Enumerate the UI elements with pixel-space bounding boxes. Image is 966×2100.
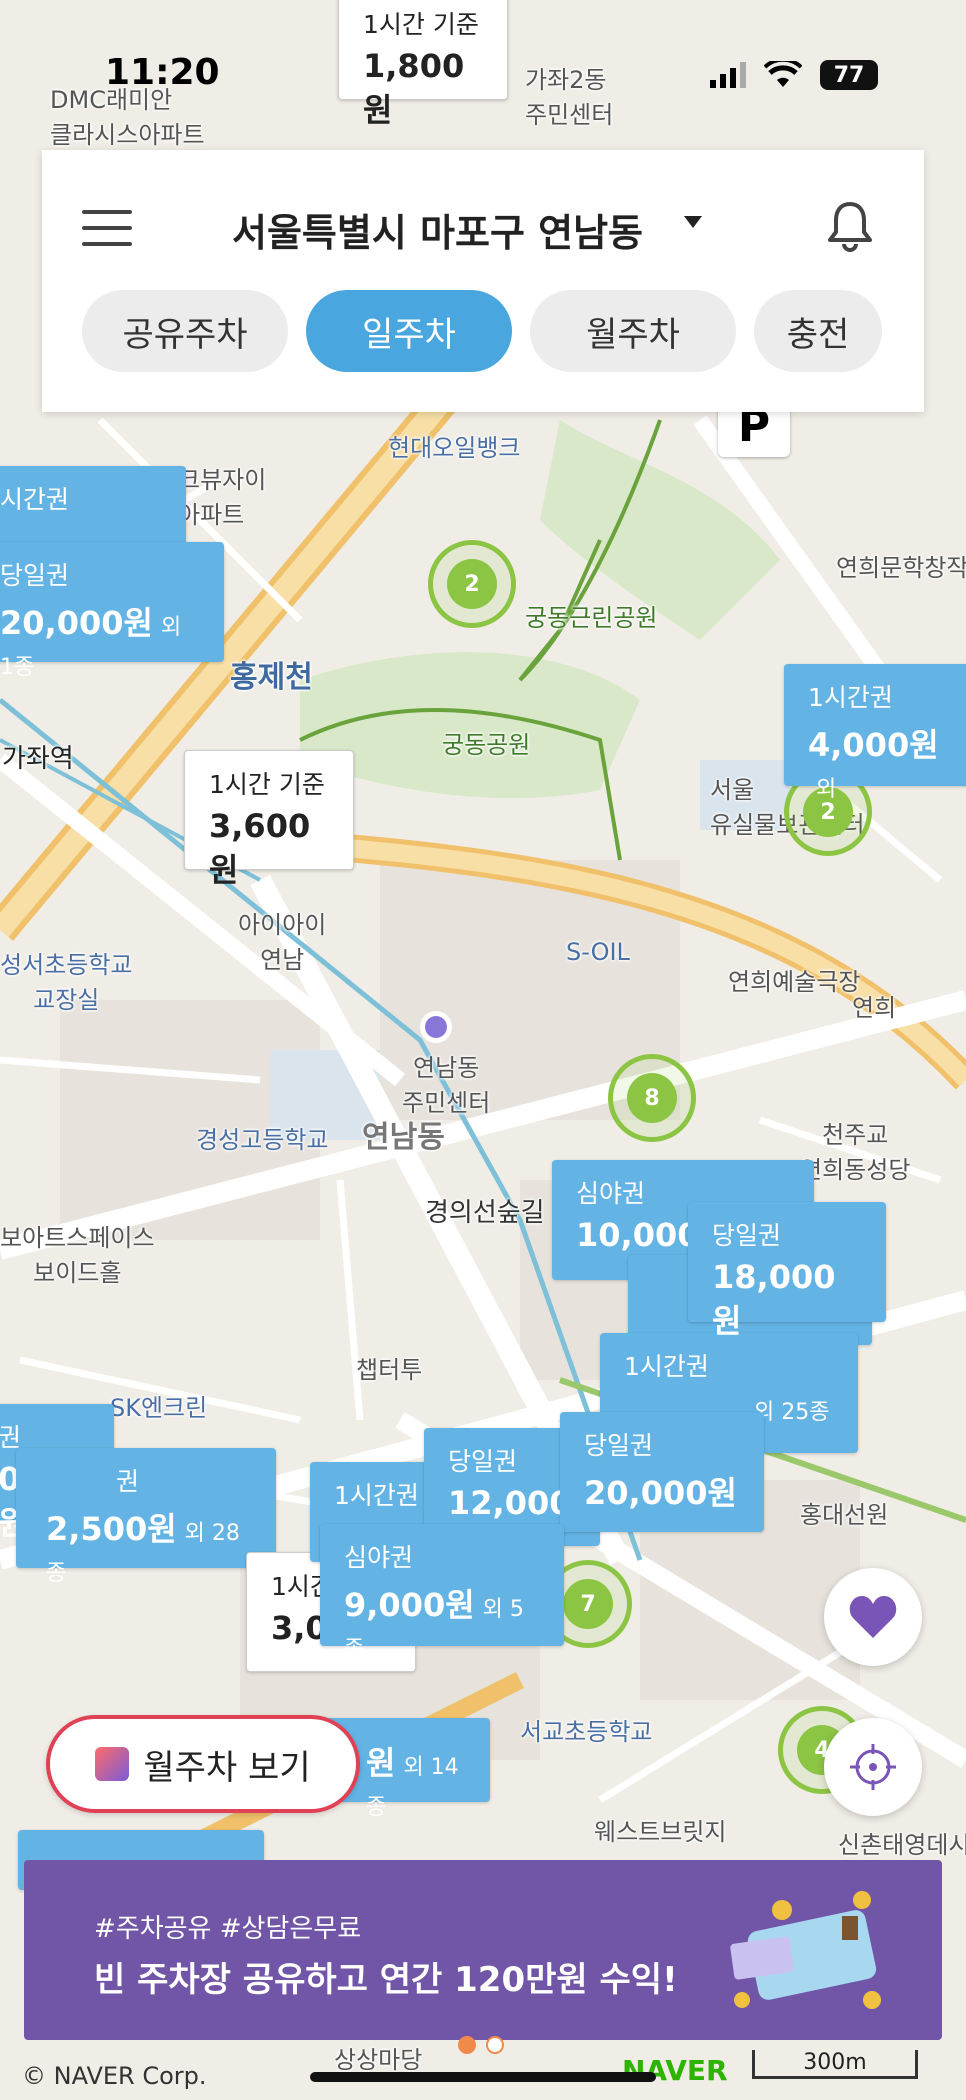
map-label-yeonhui-literature: 연희문학창작촌 xyxy=(836,554,966,582)
tab-charging[interactable]: 충전 xyxy=(754,290,882,372)
price-marker[interactable]: 1시간권 4,000원외 xyxy=(784,664,966,802)
promo-banner[interactable]: #주차공유 #상담은무료 빈 주차장 공유하고 연간 120만원 수익! xyxy=(24,1860,942,2040)
chevron-down-icon[interactable] xyxy=(684,216,702,228)
map-label-gajwa2: 가좌2동 주민센터 xyxy=(525,66,614,129)
price-label: 1시간권 xyxy=(808,683,893,712)
price-label: 1시간 기준 xyxy=(363,10,479,39)
map-label-hongdae-line: 홍대선원 xyxy=(800,1501,889,1529)
map-label-aiai-yeonnam: 아이아이 연남 xyxy=(238,911,327,974)
map-label-s-oil: S-OIL xyxy=(566,938,630,966)
banner-tags: #주차공유 #상담은무료 xyxy=(94,1914,362,1944)
price-label: 당일권 xyxy=(584,1431,654,1460)
battery-indicator: 77 xyxy=(820,60,878,90)
map-label-sinchon-church: 신촌태영데시앙 xyxy=(838,1831,966,1859)
price-label: 당일권 xyxy=(0,561,70,590)
map-label-hyundai-oilbank: 현대오일뱅크 xyxy=(388,434,521,462)
price-value: 2,500원 외 28종 xyxy=(46,1510,240,1586)
bell-icon[interactable] xyxy=(826,200,874,252)
status-time: 11:20 xyxy=(105,52,220,93)
map-label-catholic-church: 천주교 연희동성당 xyxy=(800,1121,911,1184)
naver-logo: NAVER xyxy=(622,2054,728,2087)
banner-title: 빈 주차장 공유하고 연간 120만원 수익! xyxy=(94,1960,678,2000)
price-label: 권 xyxy=(116,1467,140,1496)
favorites-button[interactable] xyxy=(824,1568,922,1666)
price-marker[interactable]: 당일권 20,000원 xyxy=(560,1412,764,1532)
map-label-gungdong-neighborhood-park: 궁동근린공원 xyxy=(525,604,658,632)
cluster-marker[interactable]: 8 xyxy=(608,1054,696,1142)
map-label-yeonnam-dong: 연남동 xyxy=(362,1120,445,1155)
price-value: 4,000원외 xyxy=(808,726,939,802)
price-marker[interactable]: 1시간 기준 3,600원 xyxy=(184,750,354,889)
banner-pagination xyxy=(458,2036,504,2054)
price-label: 시간권 xyxy=(0,485,70,514)
calendar-icon xyxy=(95,1747,130,1781)
price-marker[interactable]: 1시간 기준 1,800원 xyxy=(338,0,508,129)
cluster-count: 8 xyxy=(627,1073,677,1123)
price-value: 20,000원 외 1종 xyxy=(0,604,182,680)
map-label-west-bridge: 웨스트브릿지 xyxy=(594,1818,727,1846)
map-label-seogyo-school: 서교초등학교 xyxy=(520,1718,653,1746)
price-value: 1,800원 xyxy=(363,47,465,129)
map-label-keunbuja: 크뷰자이 아파트 xyxy=(178,466,267,529)
price-value: 3,600원 xyxy=(209,807,311,889)
cluster-count: 2 xyxy=(447,559,497,609)
map-scale: 300m xyxy=(752,2050,918,2079)
price-marker[interactable]: 당일권 18,000원 xyxy=(688,1202,886,1340)
price-label: 당일권 xyxy=(712,1221,782,1250)
cluster-count: 7 xyxy=(563,1579,613,1629)
price-label: 당일권 xyxy=(448,1447,518,1476)
tab-shared-parking[interactable]: 공유주차 xyxy=(82,290,288,372)
map-label-yeonhui-ic: 연희 xyxy=(852,994,897,1022)
price-label: 1시간 기준 xyxy=(209,770,325,799)
top-panel: 서울특별시 마포구 연남동 공유주차 일주차 월주차 충전 xyxy=(42,150,924,412)
tab-monthly-parking[interactable]: 월주차 xyxy=(530,290,736,372)
map-label-chaptertoo: 챕터투 xyxy=(356,1356,423,1384)
monthly-parking-button[interactable]: 월주차 보기 xyxy=(46,1715,360,1813)
map-label-hongjecheon: 홍제천 xyxy=(230,660,313,695)
map-label-boid-hall: 보아트스페이스 보이드홀 xyxy=(0,1224,155,1287)
cluster-marker[interactable]: 2 xyxy=(428,540,516,628)
price-value: 20,000원 xyxy=(584,1474,737,1512)
home-indicator[interactable] xyxy=(310,2072,656,2082)
status-icons: 77 xyxy=(710,60,878,90)
map-label-gyeongseong-school: 경성고등학교 xyxy=(196,1126,329,1154)
map-label-sangsang-madang: 상상마당 xyxy=(334,2046,423,2074)
price-label: 심야권 xyxy=(344,1543,414,1572)
location-title[interactable]: 서울특별시 마포구 연남동 xyxy=(232,202,643,257)
price-value: 원외 14종 xyxy=(366,1744,459,1820)
map-label-gajwa-station: 가좌역 xyxy=(2,744,74,774)
price-marker[interactable]: 당일권 20,000원 외 1종 xyxy=(0,542,224,680)
price-value: 9,000원 외 5종 xyxy=(344,1586,524,1662)
crosshair-icon xyxy=(850,1744,896,1790)
signal-icon xyxy=(710,62,746,88)
current-location-button[interactable] xyxy=(824,1718,922,1816)
map-label-sk-enclean: SK엔크린 xyxy=(110,1394,208,1422)
map-copyright: © NAVER Corp. xyxy=(22,2062,207,2090)
map-label-yeonhui-theater: 연희예술극장 xyxy=(728,968,861,996)
menu-icon[interactable] xyxy=(82,210,132,246)
price-value: 18,000원 xyxy=(712,1258,836,1340)
map-label-gyeongui-forest: 경의선숲길 xyxy=(425,1198,545,1228)
wifi-icon xyxy=(764,61,802,87)
monthly-parking-label: 월주차 보기 xyxy=(143,1747,311,1788)
wallet-illustration-icon xyxy=(730,1891,881,2009)
pagination-dot[interactable] xyxy=(458,2036,476,2054)
price-marker[interactable]: 권 2,500원 외 28종 xyxy=(16,1448,276,1586)
map-label-gungdong-park: 궁동공원 xyxy=(442,731,531,759)
price-value: 12,000 xyxy=(448,1484,572,1522)
price-marker[interactable]: 심야권 9,000원 외 5종 xyxy=(320,1524,564,1662)
price-label: 1시간권 xyxy=(624,1352,709,1381)
map-label-yeonnam-center: 연남동 주민센터 xyxy=(402,1054,491,1117)
heart-icon xyxy=(849,1596,897,1638)
tab-bar: 공유주차 일주차 월주차 충전 xyxy=(82,290,882,372)
tab-daily-parking[interactable]: 일주차 xyxy=(306,290,512,372)
pagination-dot[interactable] xyxy=(486,2036,504,2054)
map-label-seongseo-school: 성서초등학교 교장실 xyxy=(0,951,133,1014)
